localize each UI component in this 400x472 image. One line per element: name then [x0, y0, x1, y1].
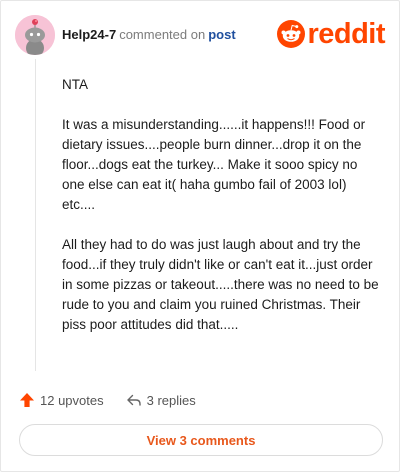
upvote-button[interactable]: 12 upvotes: [19, 392, 104, 408]
comment-paragraph-2: It was a misunderstanding......it happen…: [62, 117, 366, 212]
upvote-arrow-icon: [20, 393, 34, 407]
avatar[interactable]: [15, 15, 55, 55]
comment-actions: 12 upvotes 3 replies: [19, 390, 196, 410]
comment-meta: Help24-7 commented on post: [62, 27, 236, 42]
thread-line[interactable]: [35, 59, 36, 371]
post-link[interactable]: post: [208, 27, 235, 42]
upvote-count: 12 upvotes: [40, 392, 104, 408]
comment-card: Help24-7 commented on post reddit NTA It w…: [0, 0, 400, 472]
replies-button[interactable]: 3 replies: [126, 392, 196, 408]
reddit-logo[interactable]: reddit: [277, 19, 385, 49]
comment-header: Help24-7 commented on post reddit: [15, 15, 385, 55]
reply-arrow-icon: [126, 394, 141, 406]
reddit-snoo-icon: [277, 20, 306, 48]
reddit-wordmark: reddit: [307, 18, 385, 50]
reply-count: 3 replies: [146, 392, 196, 408]
comment-paragraph-1: NTA: [62, 77, 88, 92]
view-comments-button[interactable]: View 3 comments: [19, 424, 383, 456]
username-link[interactable]: Help24-7: [62, 27, 116, 42]
action-text: commented on: [119, 27, 206, 42]
snoo-avatar-icon: [15, 15, 55, 55]
comment-body: NTA It was a misunderstanding......it ha…: [62, 75, 382, 355]
comment-paragraph-3: All they had to do was just laugh about …: [62, 237, 379, 332]
